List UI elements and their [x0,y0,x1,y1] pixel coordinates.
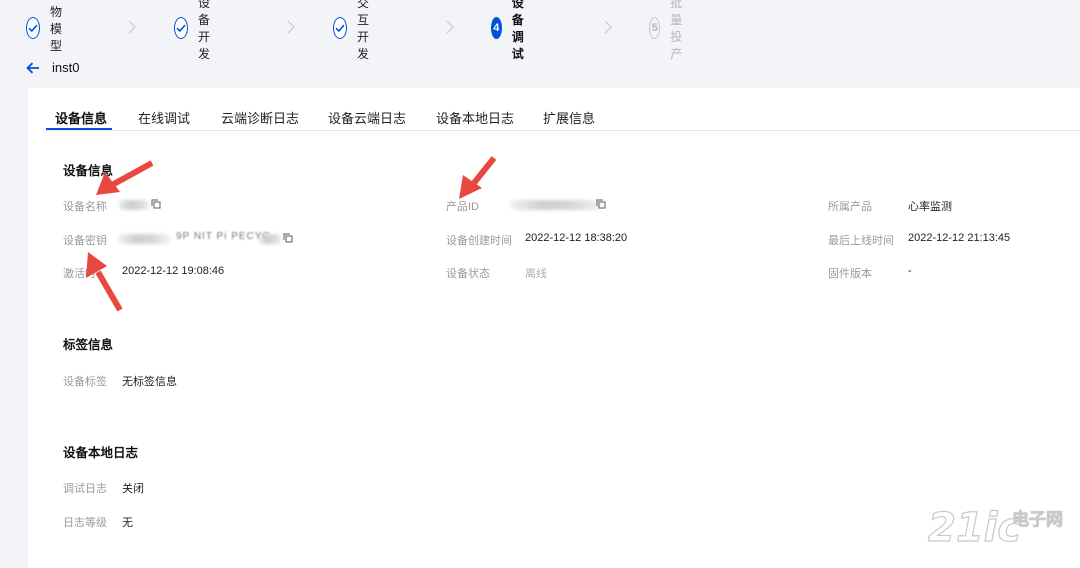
watermark-sub: 电子网 [1012,509,1063,530]
annotation-arrow [110,160,154,188]
annotation-arrow [471,156,497,185]
watermark-logo: 21ic 电子网 [926,501,1076,552]
annotation-arrows [86,156,497,312]
watermark-text: 21ic [928,505,1021,547]
annotation-arrow [95,270,123,312]
